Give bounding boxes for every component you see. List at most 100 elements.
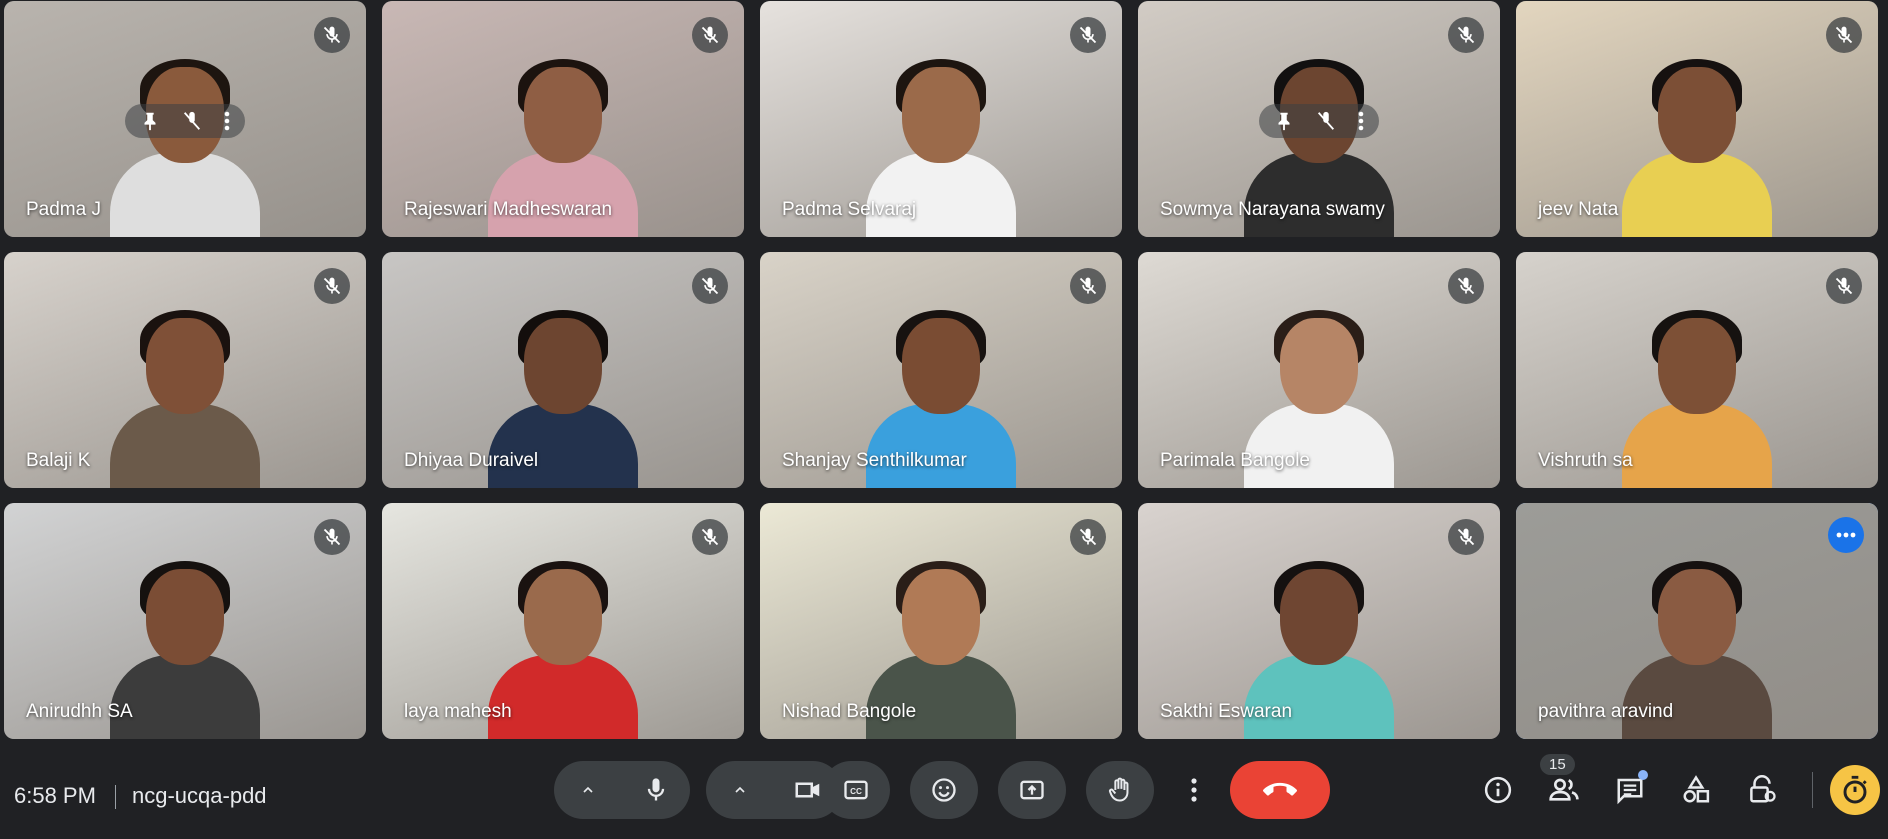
bottom-bar: 6:58 PM ncg-ucqa-pdd CC 15 — [0, 740, 1888, 839]
muted-indicator — [1448, 17, 1484, 53]
mic-off-icon — [1079, 528, 1097, 546]
participant-name: Shanjay Senthilkumar — [782, 450, 967, 471]
participant-name: Anirudhh SA — [26, 701, 133, 722]
more-options-icon — [224, 111, 230, 131]
meeting-details-button[interactable] — [1472, 764, 1524, 816]
participant-tile[interactable]: Sakthi Eswaran — [1138, 503, 1500, 739]
mic-off-icon — [183, 111, 201, 130]
participant-name: Padma J — [26, 199, 101, 220]
participant-tile[interactable]: Vishruth sa — [1516, 252, 1878, 488]
camera-icon — [795, 782, 820, 798]
muted-indicator — [692, 268, 728, 304]
muted-indicator — [1070, 268, 1106, 304]
tile-more-button[interactable] — [1357, 110, 1365, 132]
participant-tile[interactable]: Anirudhh SA — [4, 503, 366, 739]
muted-indicator — [314, 519, 350, 555]
participant-name: Vishruth sa — [1538, 450, 1633, 471]
participant-grid: Padma J Rajeswari Madheswaran Padma Selvar… — [0, 0, 1888, 740]
muted-indicator — [1826, 17, 1862, 53]
emoji-button[interactable] — [910, 761, 978, 819]
pin-button[interactable] — [1273, 110, 1295, 132]
meeting-time: 6:58 PM — [14, 783, 96, 808]
participant-name: Sowmya Narayana swamy — [1160, 199, 1385, 220]
tile-mute-button[interactable] — [1315, 110, 1337, 132]
participant-name: laya mahesh — [404, 701, 512, 722]
timer-icon — [1843, 775, 1867, 804]
chevron-up-icon — [583, 786, 593, 793]
participant-name: Parimala Bangole — [1160, 450, 1310, 471]
participant-video-figure — [110, 310, 260, 488]
activities-icon — [1683, 775, 1710, 803]
participant-video-figure — [1622, 59, 1772, 237]
mic-control — [554, 761, 690, 819]
end-call-button[interactable] — [1230, 761, 1330, 819]
info-icon — [1484, 776, 1512, 804]
participant-tile[interactable]: Sowmya Narayana swamy — [1138, 1, 1500, 237]
muted-indicator — [1448, 268, 1484, 304]
svg-text:CC: CC — [850, 787, 862, 796]
people-button[interactable]: 15 — [1538, 754, 1590, 816]
muted-indicator — [1826, 268, 1862, 304]
participant-count-badge: 15 — [1540, 754, 1575, 775]
participant-name: pavithra aravind — [1538, 701, 1674, 722]
timer-button[interactable] — [1830, 765, 1880, 815]
participant-name: Dhiyaa Duraivel — [404, 450, 539, 471]
mic-off-icon — [1457, 26, 1475, 44]
muted-indicator — [692, 519, 728, 555]
host-controls-icon — [1750, 775, 1776, 803]
mic-icon — [647, 778, 665, 801]
more-horizontal-icon — [1836, 532, 1856, 538]
muted-indicator — [692, 17, 728, 53]
participant-tile[interactable]: pavithra aravind — [1516, 503, 1878, 739]
audio-options-button[interactable] — [554, 761, 622, 819]
mic-off-icon — [701, 528, 719, 546]
chevron-up-icon — [735, 786, 745, 793]
mic-button[interactable] — [622, 761, 690, 819]
participant-name: jeev Nata — [1538, 199, 1619, 220]
participant-tile[interactable]: Shanjay Senthilkumar — [760, 252, 1122, 488]
video-options-button[interactable] — [706, 761, 774, 819]
participant-video-figure — [110, 59, 260, 237]
participant-tile[interactable]: Padma J — [4, 1, 366, 237]
meeting-code[interactable]: ncg-ucqa-pdd — [132, 783, 267, 809]
participant-tile[interactable]: Rajeswari Madheswaran — [382, 1, 744, 237]
mic-off-icon — [323, 26, 341, 44]
raise-hand-icon — [1108, 777, 1129, 802]
more-options-icon — [1191, 778, 1197, 802]
activities-button[interactable] — [1670, 764, 1722, 816]
info-divider — [115, 785, 116, 809]
present-button[interactable] — [998, 761, 1066, 819]
muted-indicator — [314, 17, 350, 53]
captions-button[interactable]: CC — [822, 761, 890, 819]
toolbar-separator — [1812, 772, 1813, 808]
participant-tile[interactable]: jeev Nata — [1516, 1, 1878, 237]
mic-off-icon — [323, 528, 341, 546]
emoji-icon — [932, 778, 956, 802]
muted-indicator — [1448, 519, 1484, 555]
participant-name: Sakthi Eswaran — [1160, 701, 1293, 722]
tile-more-button[interactable] — [1828, 517, 1864, 553]
captions-icon: CC — [844, 780, 868, 800]
mic-off-icon — [323, 277, 341, 295]
participant-tile[interactable]: Nishad Bangole — [760, 503, 1122, 739]
chat-notification-dot — [1638, 770, 1648, 780]
more-options-icon — [1358, 111, 1364, 131]
participant-tile[interactable]: Balaji K — [4, 252, 366, 488]
participant-tile[interactable]: laya mahesh — [382, 503, 744, 739]
participant-tile[interactable]: Padma Selvaraj — [760, 1, 1122, 237]
mic-off-icon — [701, 26, 719, 44]
host-controls-button[interactable] — [1736, 764, 1788, 816]
muted-indicator — [1070, 17, 1106, 53]
pin-button[interactable] — [139, 110, 161, 132]
tile-mute-button[interactable] — [181, 110, 203, 132]
more-options-button[interactable] — [1174, 761, 1214, 819]
participant-tile[interactable]: Parimala Bangole — [1138, 252, 1500, 488]
mic-off-icon — [1457, 277, 1475, 295]
muted-indicator — [1070, 519, 1106, 555]
participant-tile[interactable]: Dhiyaa Duraivel — [382, 252, 744, 488]
participant-name: Padma Selvaraj — [782, 199, 917, 220]
chat-button[interactable] — [1604, 764, 1656, 816]
tile-more-button[interactable] — [223, 110, 231, 132]
participant-name: Balaji K — [26, 450, 91, 471]
raise-hand-button[interactable] — [1086, 761, 1154, 819]
